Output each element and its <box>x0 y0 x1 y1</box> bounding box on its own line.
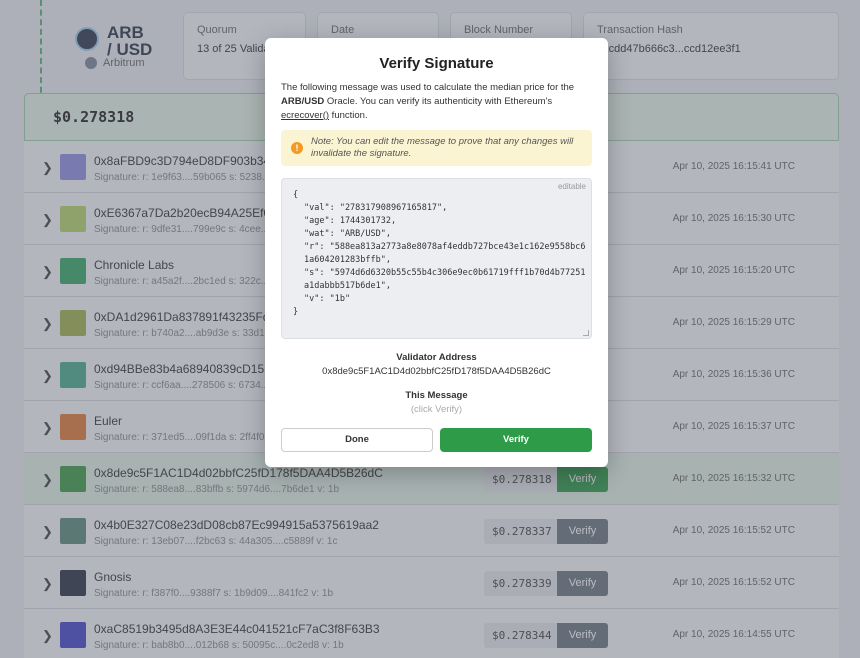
verify-button[interactable]: Verify <box>440 428 592 452</box>
code-line[interactable]: } <box>293 306 586 319</box>
code-line[interactable]: "v": "1b" <box>293 293 586 306</box>
info-icon: ! <box>291 142 303 154</box>
message-editor[interactable]: editable {"val": "278317908967165817", "a… <box>281 178 592 339</box>
verify-modal: Verify Signature The following message w… <box>265 38 608 467</box>
note-text: Note: You can edit the message to prove … <box>311 136 574 159</box>
validator-address-value: 0x8de9c5F1AC1D4d02bbfC25fD178f5DAA4D5B26… <box>322 366 551 377</box>
ecrecover-link[interactable]: ecrecover() <box>281 110 329 121</box>
desc-text-1: The following message was used to calcul… <box>281 82 575 93</box>
code-line[interactable]: "r": "588ea813a2773a8e8078af4eddb727bce4… <box>293 241 586 267</box>
modal-title: Verify Signature <box>379 55 494 72</box>
done-button[interactable]: Done <box>281 428 433 452</box>
message-code[interactable]: {"val": "278317908967165817", "age": 1744… <box>293 189 586 319</box>
code-line[interactable]: "age": 1744301732, <box>293 215 586 228</box>
validator-address-label: Validator Address <box>396 352 477 363</box>
code-line[interactable]: "s": "5974d6d6320b55c55b4c306e9ec0b61719… <box>293 267 586 293</box>
code-line[interactable]: { <box>293 189 586 202</box>
code-line[interactable]: "wat": "ARB/USD", <box>293 228 586 241</box>
modal-description: The following message was used to calcul… <box>281 81 596 123</box>
code-line[interactable]: "val": "278317908967165817", <box>293 202 586 215</box>
this-message-value: (click Verify) <box>410 404 463 415</box>
desc-text-3: function. <box>329 110 368 121</box>
this-message-label: This Message <box>405 390 468 401</box>
resize-handle[interactable] <box>583 330 589 336</box>
desc-pair: ARB/USD <box>281 96 325 107</box>
note-box: ! Note: You can edit the message to prov… <box>281 130 592 166</box>
desc-text-2: Oracle. You can verify its authenticity … <box>324 96 553 107</box>
